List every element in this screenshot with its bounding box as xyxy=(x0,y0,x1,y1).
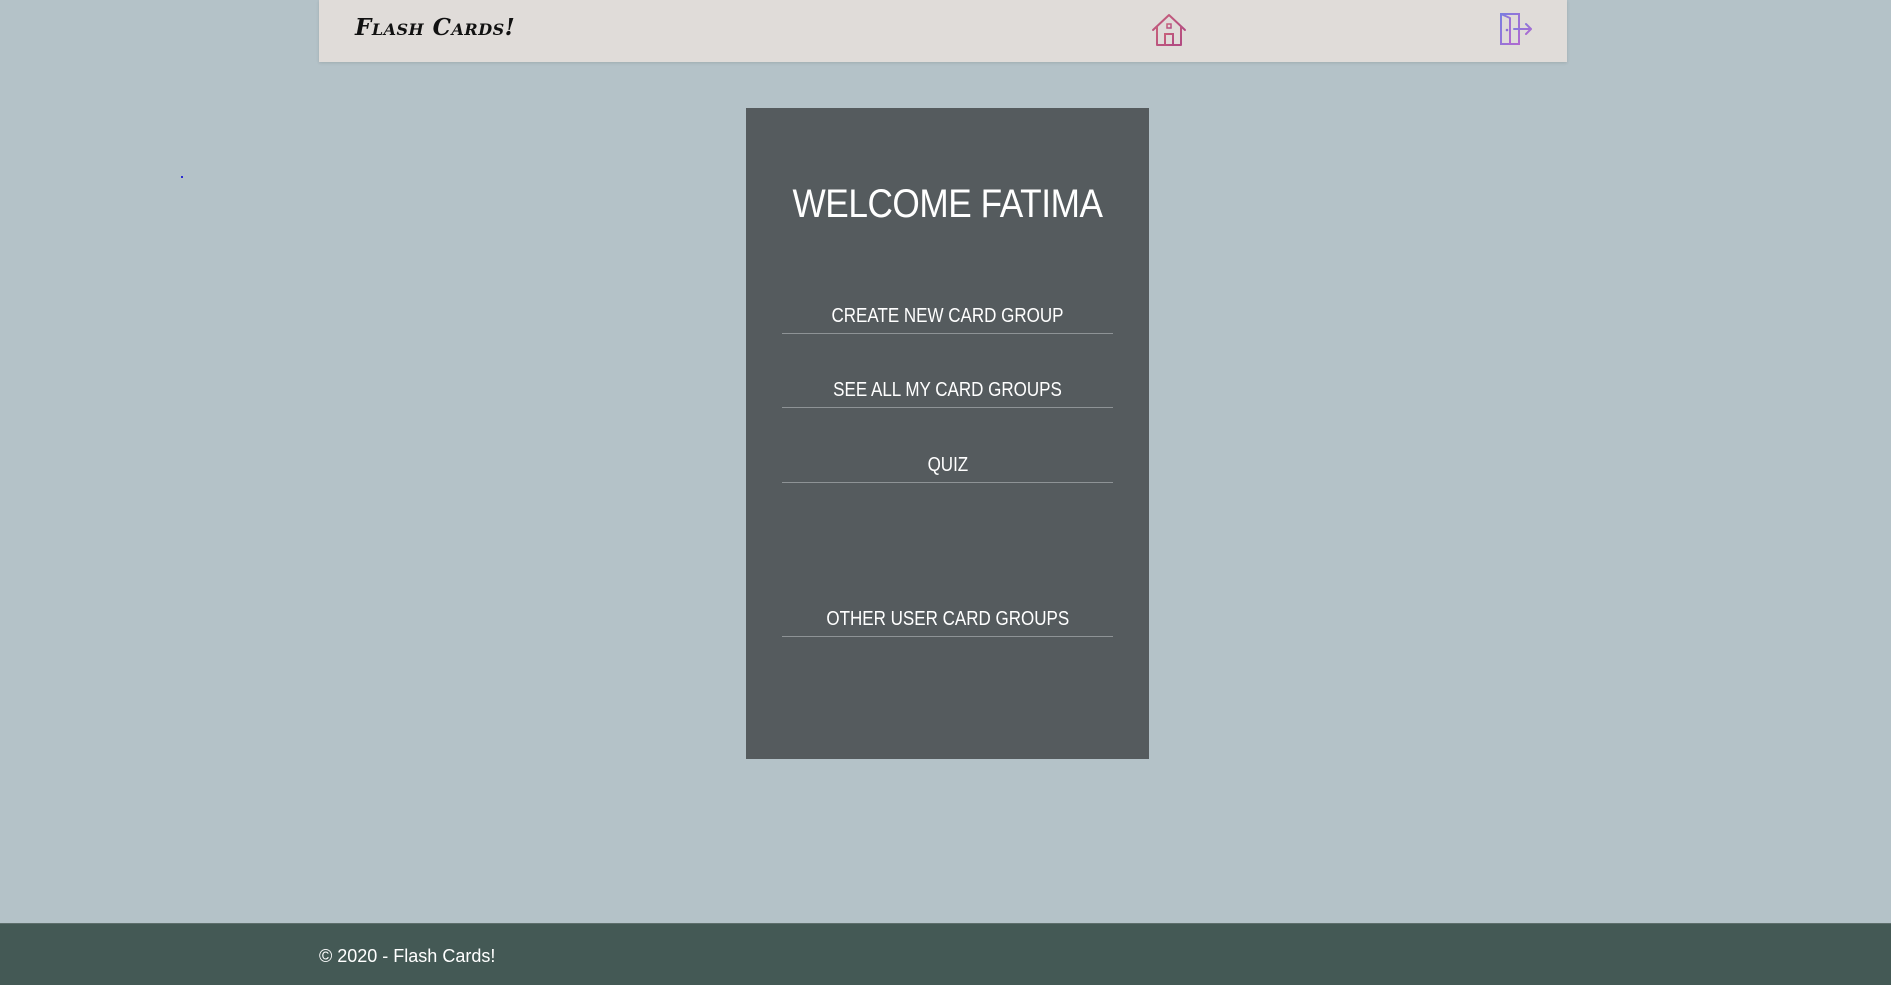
logout-button[interactable] xyxy=(1498,11,1534,47)
home-button[interactable] xyxy=(1149,10,1189,50)
footer: © 2020 - Flash Cards! xyxy=(0,923,1891,985)
other-user-card-groups-link[interactable]: OTHER USER CARD GROUPS xyxy=(782,602,1113,637)
see-my-card-groups-label: SEE ALL MY CARD GROUPS xyxy=(833,379,1062,401)
other-user-card-groups-label: OTHER USER CARD GROUPS xyxy=(826,608,1069,630)
create-card-group-label: CREATE NEW CARD GROUP xyxy=(831,305,1064,327)
quiz-link[interactable]: QUIZ xyxy=(782,448,1113,483)
brand-link[interactable]: Flash Cards! xyxy=(355,14,515,41)
logout-door-icon xyxy=(1500,13,1532,45)
page: Flash Cards! WELCOME FATIMA CREATE NEW C… xyxy=(0,0,1891,985)
welcome-panel: WELCOME FATIMA CREATE NEW CARD GROUP SEE… xyxy=(746,108,1149,759)
navbar: Flash Cards! xyxy=(319,0,1567,62)
see-my-card-groups-link[interactable]: SEE ALL MY CARD GROUPS xyxy=(782,373,1113,408)
quiz-label: QUIZ xyxy=(927,454,968,476)
welcome-heading: WELCOME FATIMA xyxy=(792,182,1103,226)
stray-dot xyxy=(181,176,183,178)
create-card-group-link[interactable]: CREATE NEW CARD GROUP xyxy=(782,299,1113,334)
home-icon xyxy=(1152,14,1186,46)
footer-copyright: © 2020 - Flash Cards! xyxy=(319,946,496,966)
